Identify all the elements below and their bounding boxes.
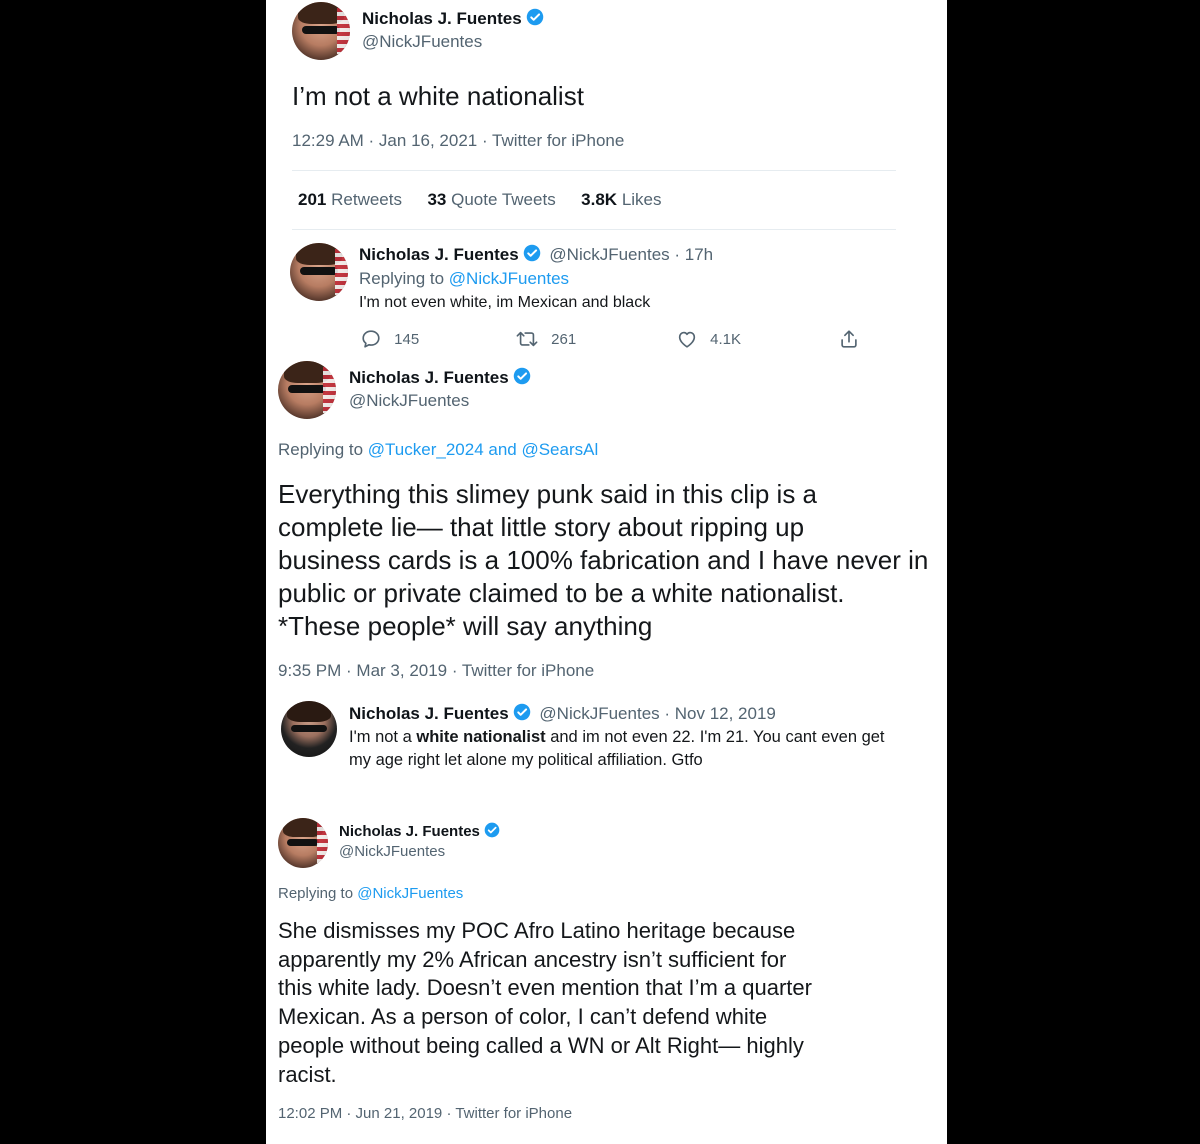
tweet-text-line: Everything this slimey punk said in this… bbox=[278, 479, 818, 509]
likes-label[interactable]: Likes bbox=[622, 190, 662, 209]
verified-badge-icon bbox=[513, 703, 531, 726]
quote-tweets-label[interactable]: Quote Tweets bbox=[451, 190, 556, 209]
replying-to-link[interactable]: @Tucker_2024 and @SearsAl bbox=[368, 440, 598, 459]
reply-action[interactable]: 145 bbox=[360, 328, 419, 350]
retweets-count[interactable]: 201 bbox=[298, 190, 326, 209]
quote-tweets-count[interactable]: 33 bbox=[427, 190, 446, 209]
retweet-action[interactable]: 261 bbox=[515, 328, 576, 350]
divider bbox=[292, 229, 896, 230]
avatar[interactable] bbox=[292, 2, 350, 60]
likes-count[interactable]: 3.8K bbox=[581, 190, 617, 209]
author-handle-date[interactable]: @NickJFuentes · Nov 12, 2019 bbox=[539, 704, 775, 723]
avatar[interactable] bbox=[281, 701, 337, 757]
avatar[interactable] bbox=[290, 243, 348, 301]
share-icon[interactable] bbox=[838, 328, 860, 350]
replying-to-link[interactable]: @NickJFuentes bbox=[357, 885, 463, 902]
avatar[interactable] bbox=[278, 361, 336, 419]
reply-count: 145 bbox=[394, 330, 420, 348]
author-name[interactable]: Nicholas J. Fuentes bbox=[349, 368, 509, 387]
tweet-meta[interactable]: 12:29 AM · Jan 16, 2021 · Twitter for iP… bbox=[292, 131, 624, 151]
verified-badge-icon bbox=[523, 244, 541, 267]
author-name[interactable]: Nicholas J. Fuentes bbox=[362, 9, 522, 28]
verified-badge-icon bbox=[484, 822, 500, 842]
screenshot-collage: Nicholas J. Fuentes @NickJFuentes I’m no… bbox=[266, 0, 947, 1144]
replying-to-label: Replying to bbox=[278, 440, 364, 459]
tweet-stats: 201 Retweets 33 Quote Tweets 3.8K Likes bbox=[298, 190, 662, 210]
verified-badge-icon bbox=[526, 8, 544, 31]
verified-badge-icon bbox=[513, 367, 531, 390]
author-name[interactable]: Nicholas J. Fuentes bbox=[339, 823, 480, 840]
retweets-label[interactable]: Retweets bbox=[331, 190, 402, 209]
tweet-text-line: public or private claimed to be a white … bbox=[278, 578, 845, 608]
author-handle[interactable]: @NickJFuentes bbox=[349, 391, 469, 411]
like-count: 4.1K bbox=[710, 330, 742, 348]
author-handle[interactable]: @NickJFuentes bbox=[362, 32, 482, 52]
tweet-text-line: business cards is a 100% fabrication and… bbox=[278, 545, 929, 575]
divider bbox=[292, 170, 896, 171]
tweet-meta[interactable]: 9:35 PM · Mar 3, 2019 · Twitter for iPho… bbox=[278, 661, 594, 681]
tweet-text-line: my age right let alone my political affi… bbox=[349, 751, 703, 769]
tweet-text-line: apparently my 2% African ancestry isn’t … bbox=[278, 946, 787, 972]
tweet-text-line: Mexican. As a person of color, I can’t d… bbox=[278, 1004, 768, 1030]
avatar[interactable] bbox=[278, 818, 328, 868]
tweet-text-line: this white lady. Doesn’t even mention th… bbox=[278, 975, 812, 1001]
tweet-text-line: *These people* will say anything bbox=[278, 611, 653, 641]
reply-icon[interactable] bbox=[360, 328, 382, 350]
tweet-text-line: racist. bbox=[278, 1061, 337, 1087]
replying-to-link[interactable]: @NickJFuentes bbox=[449, 269, 569, 288]
author-name[interactable]: Nicholas J. Fuentes bbox=[349, 704, 509, 723]
replying-to-label: Replying to bbox=[359, 269, 445, 288]
author-handle-time[interactable]: @NickJFuentes · 17h bbox=[549, 245, 713, 264]
tweet-text-part: I'm not a bbox=[349, 728, 417, 746]
tweet-text-line: She dismisses my POC Afro Latino heritag… bbox=[278, 918, 796, 943]
author-handle[interactable]: @NickJFuentes bbox=[339, 843, 445, 860]
tweet-text: I'm not even white, im Mexican and black bbox=[359, 294, 651, 311]
like-action[interactable]: 4.1K bbox=[676, 328, 741, 350]
replying-to-label: Replying to bbox=[278, 885, 354, 902]
tweet-text-part: and im not even 22. I'm 21. You cant eve… bbox=[545, 728, 885, 746]
tweet-meta[interactable]: 12:02 PM · Jun 21, 2019 · Twitter for iP… bbox=[278, 1105, 572, 1122]
retweet-icon[interactable] bbox=[515, 328, 539, 350]
tweet-text-bold: white nationalist bbox=[416, 728, 546, 746]
retweet-count: 261 bbox=[551, 330, 577, 348]
like-icon[interactable] bbox=[676, 328, 698, 350]
tweet-text-line: complete lie— that little story about ri… bbox=[278, 512, 805, 542]
author-name[interactable]: Nicholas J. Fuentes bbox=[359, 245, 519, 264]
tweet-text-line: people without being called a WN or Alt … bbox=[278, 1032, 804, 1058]
tweet-text: I’m not a white nationalist bbox=[292, 81, 584, 111]
tweet-text: I'm not a white nationalist and im not e… bbox=[349, 728, 885, 747]
tweet-text: She dismisses my POC Afro Latino heritag… bbox=[278, 917, 946, 1089]
tweet-text: Everything this slimey punk said in this… bbox=[278, 478, 946, 643]
